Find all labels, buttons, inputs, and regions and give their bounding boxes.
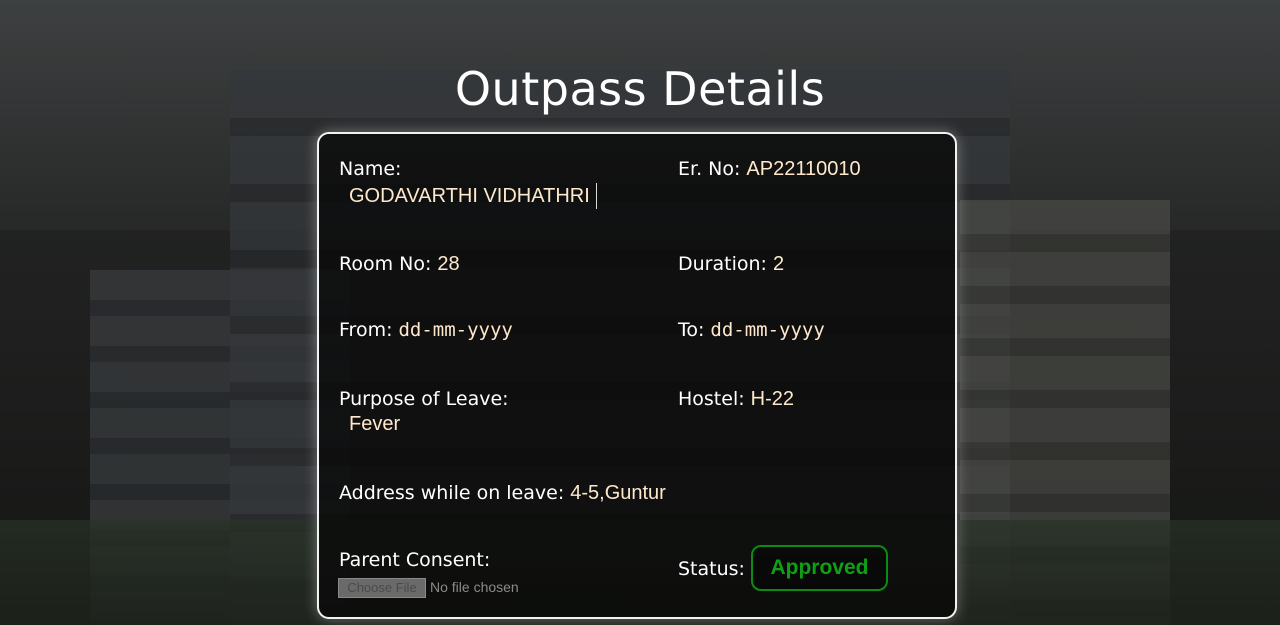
er-no-row: Er. No: AP22110010 <box>678 158 861 181</box>
from-row: From: dd-mm-yyyy <box>339 319 513 341</box>
duration-value: 2 <box>772 253 785 275</box>
address-value: 4-5,Guntur <box>570 482 666 504</box>
page-title: Outpass Details <box>454 62 826 116</box>
er-no-label: Er. No: <box>678 158 741 180</box>
hostel-label: Hostel: <box>678 388 745 410</box>
file-status-text: No file chosen <box>430 579 519 595</box>
name-field[interactable]: GODAVARTHI VIDHATHRI <box>339 183 597 209</box>
status-label: Status: <box>678 558 745 580</box>
parent-consent-label: Parent Consent: <box>339 549 491 571</box>
purpose-label: Purpose of Leave: <box>339 388 509 410</box>
address-label: Address while on leave: <box>339 482 565 504</box>
room-no-label: Room No: <box>339 253 432 275</box>
er-no-value: AP22110010 <box>746 158 861 180</box>
to-row: To: dd-mm-yyyy <box>678 319 825 341</box>
room-no-row: Room No: 28 <box>339 253 460 276</box>
hostel-value: H-22 <box>750 388 794 410</box>
choose-file-button[interactable]: Choose File <box>338 578 426 598</box>
address-row: Address while on leave: 4-5,Guntur <box>339 482 666 505</box>
from-label: From: <box>339 319 393 341</box>
room-no-value: 28 <box>437 253 460 275</box>
name-label: Name: <box>339 158 402 180</box>
to-date-field[interactable]: dd-mm-yyyy <box>710 319 824 341</box>
duration-label: Duration: <box>678 253 767 275</box>
duration-row: Duration: 2 <box>678 253 784 276</box>
hostel-row: Hostel: H-22 <box>678 388 794 411</box>
to-label: To: <box>678 319 705 341</box>
purpose-value: Fever <box>349 413 401 435</box>
status-badge: Approved <box>751 545 888 591</box>
from-date-field[interactable]: dd-mm-yyyy <box>398 319 512 341</box>
